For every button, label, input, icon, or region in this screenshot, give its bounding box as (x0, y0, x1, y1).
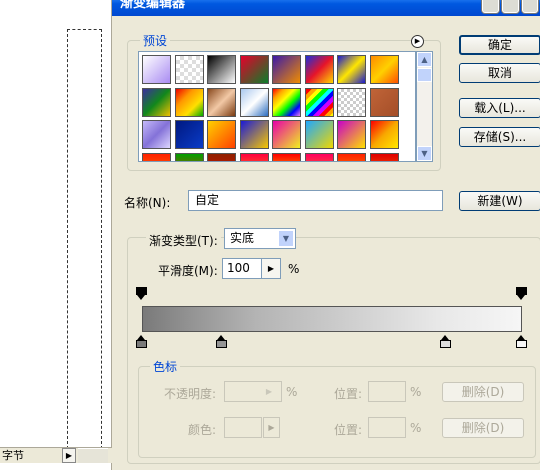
ok-button[interactable]: 确定 (459, 35, 540, 55)
preset-swatch[interactable] (337, 152, 366, 161)
preset-swatch[interactable] (337, 120, 366, 149)
name-label: 名称(N): (124, 196, 171, 210)
opacity-unit: % (286, 385, 298, 399)
preset-swatch[interactable] (239, 120, 269, 149)
delete-opacity-stop-button[interactable]: 删除(D) (442, 382, 524, 402)
preset-swatch[interactable] (207, 152, 236, 161)
canvas-area: 字节 ▶ (0, 0, 112, 470)
selection-marquee (67, 29, 102, 449)
preset-swatch[interactable] (337, 55, 366, 84)
play-arrow-icon[interactable]: ▶ (62, 448, 76, 463)
scroll-up-icon[interactable]: ▲ (417, 52, 432, 67)
preset-swatch[interactable] (337, 87, 366, 117)
smoothness-label: 平滑度(M): (158, 264, 218, 278)
location-unit-2: % (410, 421, 422, 435)
preset-swatch[interactable] (272, 120, 301, 149)
opacity-stop[interactable] (516, 287, 527, 300)
preset-swatch[interactable] (142, 55, 171, 84)
gradient-editor-dialog: 渐变编辑器 预设 ▶ ▲ ▼ 确定 取消 载入(L)... 存储(S)... 名… (112, 0, 540, 470)
preset-swatch[interactable] (207, 55, 236, 84)
close-icon[interactable] (522, 0, 538, 13)
color-stop[interactable] (136, 335, 147, 348)
location-unit-1: % (410, 385, 422, 399)
color-swatch[interactable] (224, 417, 262, 438)
smoothness-slider-arrow-icon[interactable]: ▶ (261, 258, 281, 279)
color-stop[interactable] (516, 335, 527, 348)
preset-swatch[interactable] (304, 87, 334, 117)
name-input[interactable]: 自定 (188, 190, 443, 211)
location-input-2[interactable] (368, 417, 406, 438)
load-button[interactable]: 载入(L)... (459, 98, 540, 118)
preset-swatch[interactable] (174, 87, 204, 117)
location-input-1[interactable] (368, 381, 406, 402)
opacity-label: 不透明度: (164, 387, 217, 401)
gradient-type-value: 实底 (230, 231, 255, 245)
cancel-button[interactable]: 取消 (459, 63, 540, 83)
presets-swatch-grid[interactable] (138, 51, 416, 162)
status-scroll-area (78, 448, 108, 463)
dropdown-arrow-icon[interactable]: ▼ (278, 230, 294, 247)
preset-swatch[interactable] (239, 152, 269, 161)
preset-swatch[interactable] (369, 120, 399, 149)
new-button[interactable]: 新建(W) (459, 191, 540, 211)
status-bar: 字节 ▶ (0, 447, 112, 463)
preset-swatch[interactable] (272, 152, 301, 161)
presets-menu-icon[interactable]: ▶ (411, 35, 424, 48)
preset-swatch[interactable] (142, 87, 171, 117)
title-bar: 渐变编辑器 (112, 0, 540, 16)
gradient-type-select[interactable]: 实底 ▼ (224, 228, 296, 249)
preset-swatch[interactable] (207, 120, 236, 149)
smoothness-unit: % (288, 262, 300, 276)
maximize-icon[interactable] (502, 0, 519, 13)
preset-swatch[interactable] (142, 120, 171, 149)
preset-swatch[interactable] (272, 55, 301, 84)
preset-swatch[interactable] (174, 152, 204, 161)
preset-swatch[interactable] (369, 152, 399, 161)
preset-swatch[interactable] (272, 87, 301, 117)
color-label: 颜色: (188, 423, 217, 437)
gradient-type-label: 渐变类型(T): (146, 232, 221, 249)
presets-label: 预设 (140, 32, 171, 49)
preset-swatch[interactable] (304, 152, 334, 161)
preset-swatch[interactable] (304, 55, 334, 84)
scroll-thumb[interactable] (417, 68, 432, 82)
color-stop[interactable] (215, 335, 227, 348)
preset-swatch[interactable] (174, 120, 204, 149)
preset-swatch[interactable] (207, 87, 236, 117)
preset-swatch[interactable] (369, 55, 399, 84)
color-stop[interactable] (440, 335, 451, 348)
location-label-2: 位置: (334, 423, 363, 437)
stops-group (138, 366, 536, 458)
dialog-title: 渐变编辑器 (120, 0, 186, 11)
gradient-preview-bar[interactable] (142, 306, 522, 332)
presets-scrollbar[interactable]: ▲ ▼ (416, 51, 433, 162)
preset-swatch[interactable] (239, 87, 269, 117)
opacity-slider-arrow-icon[interactable]: ▶ (262, 383, 276, 400)
opacity-stop[interactable] (136, 287, 147, 300)
preset-swatch[interactable] (174, 55, 204, 84)
location-label-1: 位置: (334, 387, 363, 401)
status-tab-label: 字节 (2, 449, 24, 462)
minimize-icon[interactable] (482, 0, 499, 13)
stops-label: 色标 (150, 358, 181, 375)
preset-swatch[interactable] (239, 55, 269, 84)
color-menu-arrow-icon[interactable]: ▶ (263, 417, 280, 438)
save-button[interactable]: 存储(S)... (459, 127, 540, 147)
preset-swatch[interactable] (142, 152, 171, 161)
preset-swatch[interactable] (304, 120, 334, 149)
preset-swatch[interactable] (369, 87, 399, 117)
scroll-down-icon[interactable]: ▼ (417, 146, 432, 161)
delete-color-stop-button[interactable]: 删除(D) (442, 418, 524, 438)
